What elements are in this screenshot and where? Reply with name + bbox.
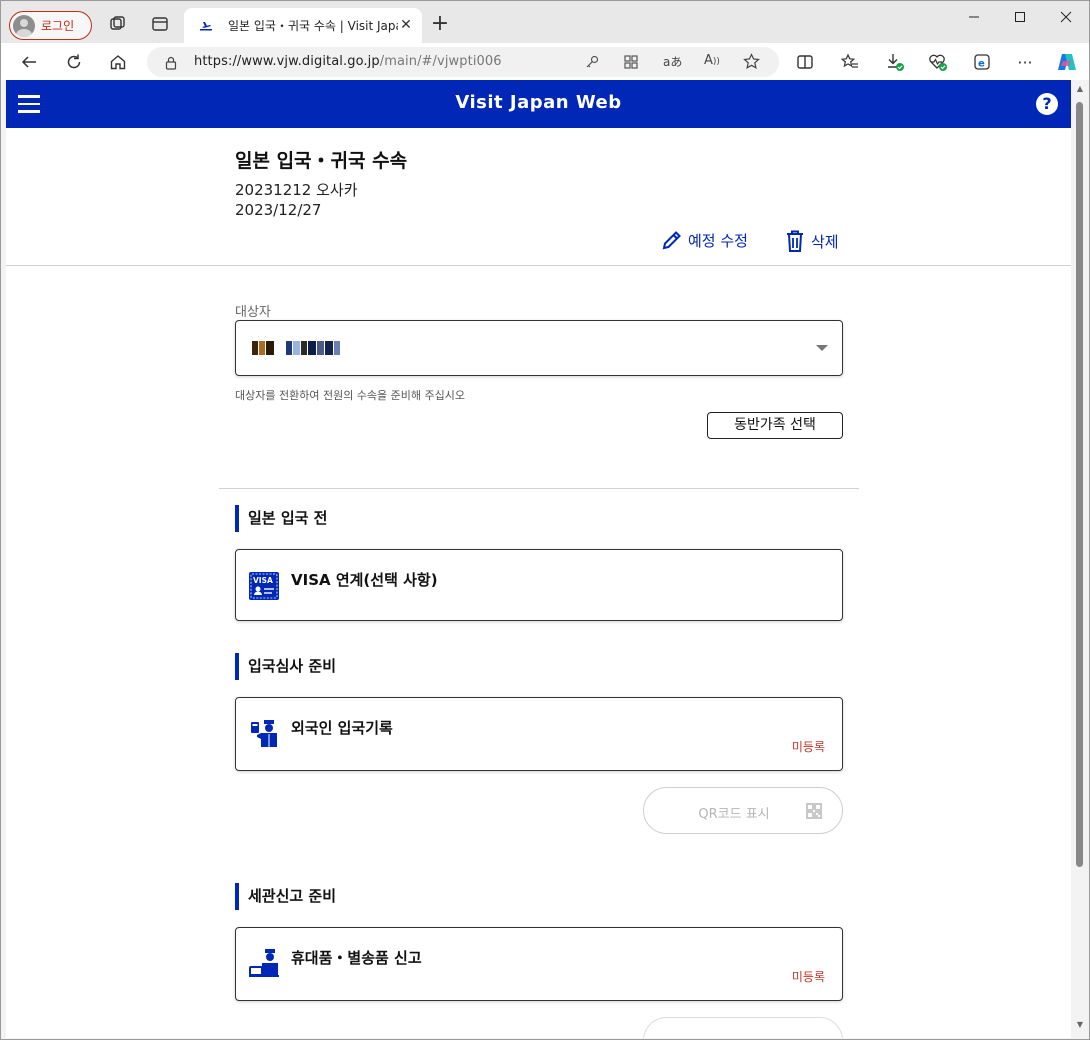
chevron-down-icon bbox=[816, 345, 828, 351]
svg-text:e: e bbox=[978, 59, 985, 70]
trash-icon bbox=[784, 229, 806, 253]
page-title: 일본 입국・귀국 수속 bbox=[235, 150, 408, 172]
target-hint: 대상자를 전환하여 전원의 수속을 준비해 주십시오 bbox=[235, 389, 466, 402]
divider bbox=[6, 265, 1071, 266]
browser-toolbar: https://www.vjw.digital.go.jp/main/#/vjw… bbox=[1, 43, 1089, 80]
back-button[interactable] bbox=[18, 51, 40, 73]
status-badge: 미등록 bbox=[791, 740, 825, 754]
tab-strip: 로그인 일본 입국・귀국 수속 | Visit Japan Web ✕ + bbox=[1, 1, 1089, 43]
pencil-icon bbox=[661, 229, 683, 251]
visa-icon: VISA bbox=[248, 570, 280, 602]
favorite-star-icon[interactable] bbox=[743, 53, 760, 74]
favorites-icon[interactable] bbox=[839, 51, 861, 73]
arrival-record-label: 외국인 입국기록 bbox=[291, 719, 393, 737]
help-icon[interactable]: ? bbox=[1036, 93, 1058, 115]
customs-declaration-card[interactable]: 휴대품・별송품 신고 미등록 bbox=[235, 927, 843, 1001]
target-label: 대상자 bbox=[235, 305, 271, 320]
qr-code-icon bbox=[806, 803, 822, 819]
customs-declaration-label: 휴대품・별송품 신고 bbox=[291, 949, 422, 967]
read-aloud-icon[interactable]: A)) bbox=[704, 53, 720, 68]
url-path: /main/#/vjwpti006 bbox=[379, 54, 502, 69]
performance-icon[interactable] bbox=[927, 51, 949, 73]
section-title-immigration: 입국심사 준비 bbox=[235, 653, 336, 680]
delete-label: 삭제 bbox=[811, 232, 839, 251]
apps-icon[interactable] bbox=[623, 54, 639, 74]
workspaces-icon[interactable] bbox=[108, 15, 126, 33]
status-badge: 미등록 bbox=[791, 970, 825, 984]
page-viewport: Visit Japan Web ? 일본 입국・귀국 수속 20231212 오… bbox=[6, 80, 1071, 1038]
minimize-button[interactable] bbox=[951, 7, 997, 27]
edge-browser-icon[interactable]: e bbox=[971, 51, 993, 73]
delete-link[interactable]: 삭제 bbox=[784, 229, 839, 253]
section-title-customs: 세관신고 준비 bbox=[235, 883, 336, 910]
key-icon[interactable] bbox=[584, 54, 600, 74]
tab-actions-icon[interactable] bbox=[151, 15, 169, 33]
refresh-button[interactable] bbox=[63, 51, 85, 73]
new-tab-button[interactable]: + bbox=[429, 13, 451, 36]
url-text[interactable]: https://www.vjw.digital.go.jp/main/#/vjw… bbox=[194, 54, 502, 69]
plane-icon bbox=[198, 18, 214, 34]
browser-window: 로그인 일본 입국・귀국 수속 | Visit Japan Web ✕ + bbox=[0, 0, 1090, 1040]
trip-date: 2023/12/27 bbox=[235, 201, 322, 219]
immigration-officer-icon bbox=[248, 717, 280, 749]
show-qr-button[interactable]: QR코드 표시 bbox=[643, 787, 843, 834]
more-menu-icon[interactable]: ··· bbox=[1014, 51, 1036, 73]
edit-plan-label: 예정 수정 bbox=[688, 231, 748, 250]
scroll-thumb[interactable] bbox=[1076, 102, 1083, 867]
close-icon[interactable]: ✕ bbox=[398, 17, 414, 33]
split-screen-icon[interactable] bbox=[794, 51, 816, 73]
profile-button[interactable]: 로그인 bbox=[9, 11, 92, 40]
downloads-icon[interactable] bbox=[884, 51, 906, 73]
home-button[interactable] bbox=[107, 51, 129, 73]
avatar-icon bbox=[13, 14, 35, 37]
visa-card-label: VISA 연계(선택 사항) bbox=[291, 571, 438, 589]
section-title-before-entry: 일본 입국 전 bbox=[235, 505, 327, 532]
tab-active[interactable]: 일본 입국・귀국 수속 | Visit Japan Web ✕ bbox=[184, 8, 422, 43]
scroll-up-icon[interactable]: ▲ bbox=[1075, 84, 1085, 94]
divider bbox=[219, 488, 859, 489]
lock-icon[interactable] bbox=[165, 55, 177, 74]
maximize-button[interactable] bbox=[997, 7, 1043, 27]
copilot-icon[interactable] bbox=[1056, 51, 1078, 73]
visa-icon-text: VISA bbox=[253, 576, 273, 585]
profile-label: 로그인 bbox=[41, 19, 75, 33]
site-header: Visit Japan Web ? bbox=[6, 80, 1071, 128]
customs-officer-icon bbox=[248, 947, 280, 979]
address-bar[interactable]: https://www.vjw.digital.go.jp/main/#/vjw… bbox=[147, 47, 779, 77]
edit-plan-link[interactable]: 예정 수정 bbox=[661, 229, 748, 251]
show-qr-label: QR코드 표시 bbox=[698, 807, 770, 822]
brand-title: Visit Japan Web bbox=[455, 92, 622, 113]
visa-link-card[interactable]: VISA VISA 연계(선택 사항) bbox=[235, 549, 843, 621]
close-window-button[interactable] bbox=[1043, 7, 1089, 27]
url-host: https://www.vjw.digital.go.jp bbox=[194, 54, 380, 69]
translate-icon[interactable]: aあ bbox=[663, 53, 682, 70]
page-scrollbar[interactable]: ▲ ▼ bbox=[1071, 80, 1089, 1038]
target-person-select[interactable] bbox=[235, 320, 843, 376]
tab-title: 일본 입국・귀국 수속 | Visit Japan Web bbox=[228, 19, 398, 33]
arrival-record-card[interactable]: 외국인 입국기록 미등록 bbox=[235, 697, 843, 771]
select-companion-button[interactable]: 동반가족 선택 bbox=[707, 412, 843, 439]
scroll-down-icon[interactable]: ▼ bbox=[1075, 1020, 1085, 1030]
show-qr-button-partial[interactable] bbox=[643, 1017, 843, 1038]
trip-name: 20231212 오사카 bbox=[235, 181, 358, 199]
redacted-name bbox=[252, 341, 340, 355]
